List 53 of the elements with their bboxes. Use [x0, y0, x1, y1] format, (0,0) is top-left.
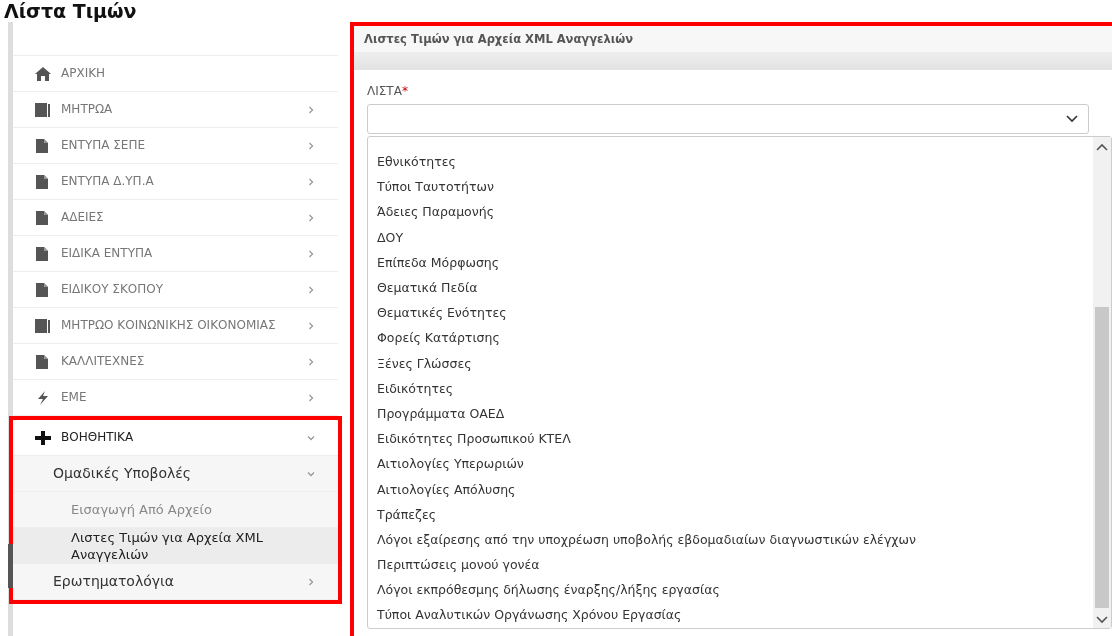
dropdown-option[interactable]: Αιτιολογίες Απόλυσης	[377, 476, 1081, 502]
dropdown-option[interactable]: Άδειες Παραμονής	[377, 199, 1081, 225]
dropdown-option[interactable]: Λόγοι εξαίρεσης από την υποχρέωση υποβολής εβδομαδιαίων διαγνωστικών ελέγχων	[377, 526, 1081, 552]
sidebar-item[interactable]: ΕΝΤΥΠΑ Δ.ΥΠ.Α	[13, 164, 338, 200]
dropdown-option[interactable]: Εθνικότητες	[377, 149, 1081, 175]
field-label: ΛΙΣΤΑ*	[367, 84, 409, 98]
chevron-down-icon	[1066, 115, 1078, 123]
sidebar-item[interactable]: ΜΗΤΡΩΟ ΚΟΙΝΩΝΙΚΗΣ ΟΙΚΟΝΟΜΙΑΣ	[13, 308, 338, 344]
dropdown-option[interactable]: Ξένες Γλώσσες	[377, 350, 1081, 376]
dropdown-option[interactable]: Επίπεδα Μόρφωσης	[377, 249, 1081, 275]
dropdown-option[interactable]: Αιτιολογίες Υπερωριών	[377, 451, 1081, 477]
document-icon	[35, 210, 51, 225]
sidebar-item[interactable]: ΕΜΕ	[13, 380, 338, 416]
book-icon	[35, 318, 51, 333]
scrollbar-thumb[interactable]	[8, 544, 13, 588]
sidebar-item[interactable]: Ομαδικές Υποβολές	[13, 456, 338, 492]
page-title: Λίστα Τιμών	[3, 0, 138, 22]
plus-icon	[35, 430, 51, 445]
sidebar-item[interactable]: ΑΡΧΙΚΗ	[13, 56, 338, 92]
document-icon	[35, 246, 51, 261]
scrollbar-thumb[interactable]	[1095, 307, 1109, 608]
scroll-down-icon[interactable]	[1096, 616, 1108, 624]
book-icon	[35, 102, 51, 117]
dropdown-option[interactable]: Τράπεζες	[377, 501, 1081, 527]
sidebar-item[interactable]: ΕΙΔΙΚΑ ΕΝΤΥΠΑ	[13, 236, 338, 272]
document-icon	[35, 138, 51, 153]
sidebar-item[interactable]: Ερωτηματολόγια	[13, 564, 338, 600]
dropdown-option[interactable]: Ειδικότητες Προσωπικού ΚΤΕΛ	[377, 426, 1081, 452]
dropdown-option[interactable]: Περιπτώσεις μονού γονέα	[377, 552, 1081, 578]
document-icon	[35, 282, 51, 297]
dropdown-option[interactable]: Φορείς Κατάρτισης	[377, 325, 1081, 351]
dropdown-option[interactable]: Λόγοι εκπρόθεσμης δήλωσης έναρξης/λήξης εργασίας	[377, 577, 1081, 603]
dropdown-option[interactable]: Θεματικά Πεδία	[377, 274, 1081, 301]
dropdown-option[interactable]: Τύποι Ταυτοτήτων	[377, 174, 1081, 200]
dropdown-option[interactable]: Θεματικές Ενότητες	[377, 300, 1081, 326]
sidebar-item[interactable]: ΕΙΔΙΚΟΥ ΣΚΟΠΟΥ	[13, 272, 338, 308]
scroll-up-icon[interactable]	[1096, 143, 1108, 151]
home-icon	[35, 66, 51, 81]
sidebar-item[interactable]: Λιστες Τιμών για Αρχεία XML Αναγγελιών	[13, 528, 338, 564]
sidebar-item[interactable]: ΚΑΛΛΙΤΕΧΝΕΣ	[13, 344, 338, 380]
document-icon	[35, 354, 51, 369]
sidebar-item[interactable]: ΜΗΤΡΩΑ	[13, 92, 338, 128]
dropdown-option[interactable]: Προγράμματα ΟΑΕΔ	[377, 400, 1081, 427]
dropdown-option[interactable]: Ειδικότητες	[377, 375, 1081, 401]
required-mark: *	[401, 84, 408, 98]
list-select[interactable]	[367, 104, 1089, 134]
lightning-icon	[35, 390, 51, 405]
dropdown-option[interactable]: Τύποι Αναλυτικών Οργάνωσης Χρόνου Εργασίας	[377, 602, 1081, 628]
document-icon	[35, 174, 51, 189]
dropdown-option[interactable]: ΔΟΥ	[377, 224, 1081, 250]
panel-title: Λιστες Τιμών για Αρχεία XML Αναγγελιών	[354, 26, 1112, 52]
sidebar-item[interactable]: ΑΔΕΙΕΣ	[13, 200, 338, 236]
sidebar-item[interactable]: ΕΝΤΥΠΑ ΣΕΠΕ	[13, 128, 338, 164]
